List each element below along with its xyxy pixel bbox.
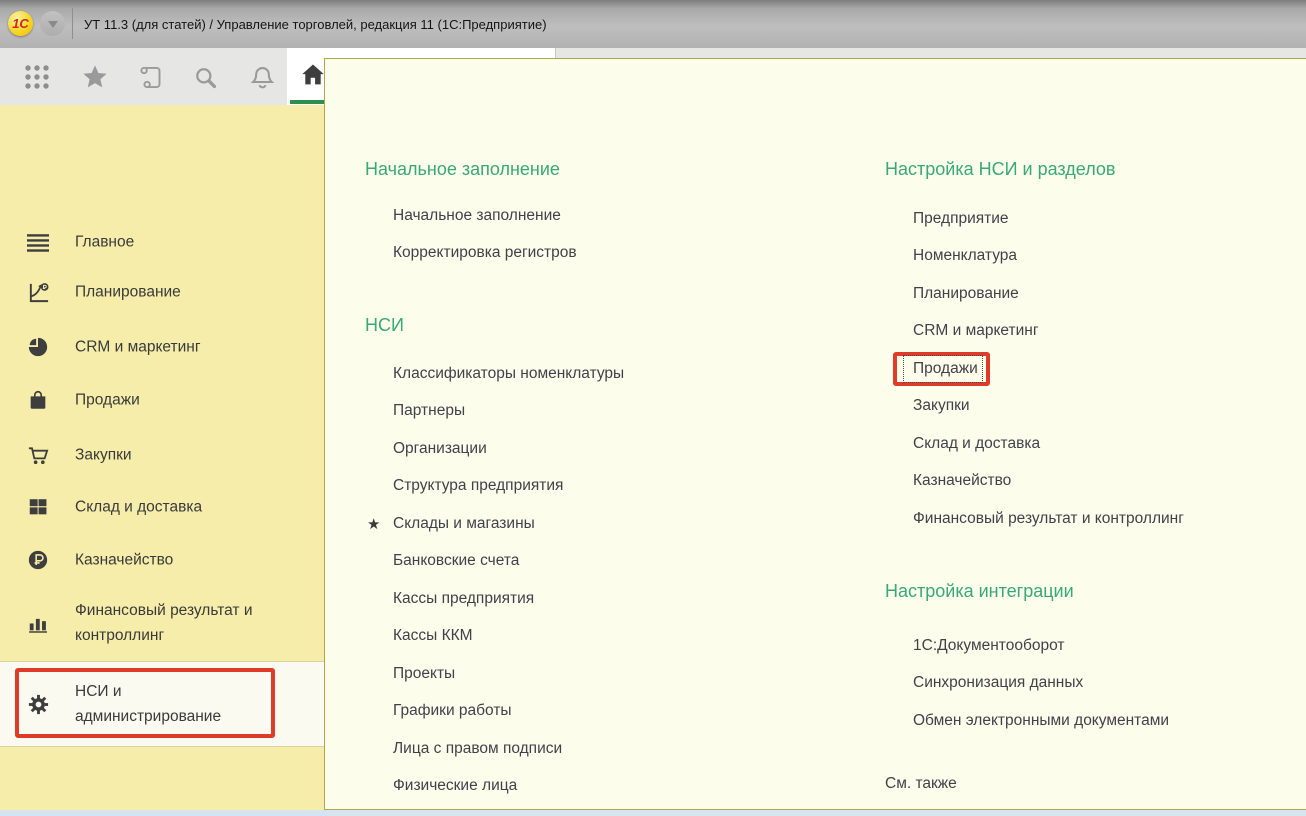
- section-items: Начальное заполнение Корректировка регис…: [365, 197, 577, 272]
- titlebar: 1С УТ 11.3 (для статей) / Управление тор…: [0, 0, 1306, 48]
- apps-menu-button[interactable]: [19, 60, 55, 94]
- menu-item-nomenklatura[interactable]: Номенклатура: [885, 238, 1184, 276]
- menu-lines-icon: [26, 230, 50, 254]
- menu-item-nachalnoe-zapolnenie[interactable]: Начальное заполнение: [365, 197, 577, 235]
- menu-item-crm-i-marketing[interactable]: CRM и маркетинг: [885, 313, 1184, 351]
- menu-column-2: Настройка НСИ и разделов Предприятие Ном…: [885, 59, 1305, 809]
- menu-item-predpriyatie[interactable]: Предприятие: [885, 200, 1184, 238]
- section-header-nsi-settings: Настройка НСИ и разделов: [885, 159, 1115, 180]
- menu-item-planirovanie[interactable]: Планирование: [885, 275, 1184, 313]
- menu-item-sklad-i-dostavka[interactable]: Склад и доставка: [885, 425, 1184, 463]
- menu-item-obmen-elektronnymi-dokumentami[interactable]: Обмен электронными документами: [885, 702, 1169, 740]
- favorites-star-icon: [81, 63, 109, 91]
- titlebar-divider: [72, 8, 73, 39]
- menu-item-kassy-kkm[interactable]: Кассы ККМ: [365, 618, 624, 656]
- menu-item-prodazhi[interactable]: Продажи: [885, 350, 1184, 388]
- history-button[interactable]: [132, 60, 168, 94]
- menu-item-fizicheskie-litsa[interactable]: Физические лица: [365, 768, 624, 806]
- sidebar-item-financial-result[interactable]: Финансовый результат и контроллинг: [0, 595, 324, 651]
- sidebar-item-warehouse-delivery[interactable]: Склад и доставка: [0, 489, 324, 525]
- favorites-button[interactable]: [77, 60, 113, 94]
- bar-chart-icon: [26, 611, 50, 635]
- planning-chart-icon: [26, 280, 50, 304]
- window-bottom-edge: [0, 810, 1306, 816]
- menu-item-korrektirovka-registrov[interactable]: Корректировка регистров: [365, 235, 577, 273]
- menu-item-kaznacheystvo[interactable]: Казначейство: [885, 463, 1184, 501]
- section-items: Классификаторы номенклатуры Партнеры Орг…: [365, 355, 624, 805]
- notifications-button[interactable]: [244, 60, 280, 94]
- menu-item-1c-dokumentooborot[interactable]: 1С:Документооборот: [885, 627, 1169, 665]
- search-button[interactable]: [187, 60, 223, 94]
- sidebar-item-sales[interactable]: Продажи: [0, 382, 324, 418]
- ruble-circle-icon: [26, 548, 50, 572]
- favorite-star-icon: ★: [367, 515, 380, 533]
- menu-item-organizatsii[interactable]: Организации: [365, 430, 624, 468]
- sidebar-item-main[interactable]: Главное: [0, 224, 324, 260]
- warehouse-boxes-icon: [26, 495, 50, 519]
- pie-chart-icon: [26, 335, 50, 359]
- shopping-cart-icon: [26, 443, 50, 467]
- menu-item-bankovskie-scheta[interactable]: Банковские счета: [365, 543, 624, 581]
- sections-sidebar: Главное Планирование CRM и маркетинг Про…: [0, 105, 325, 810]
- menu-item-litsa-s-pravom-podpisi[interactable]: Лица с правом подписи: [365, 730, 624, 768]
- home-icon: [299, 61, 327, 89]
- menu-item-struktura-predpriyatiya[interactable]: Структура предприятия: [365, 468, 624, 506]
- sidebar-item-crm-marketing[interactable]: CRM и маркетинг: [0, 329, 324, 365]
- section-header-integration: Настройка интеграции: [885, 581, 1074, 602]
- menu-item-grafiki-raboty[interactable]: Графики работы: [365, 693, 624, 731]
- section-menu-panel: Начальное заполнение Начальное заполнени…: [324, 58, 1306, 810]
- app-window: 1С УТ 11.3 (для статей) / Управление тор…: [0, 0, 1306, 816]
- menu-item-partnery[interactable]: Партнеры: [365, 393, 624, 431]
- menu-item-sinkhronizatsiya-dannykh[interactable]: Синхронизация данных: [885, 665, 1169, 703]
- shopping-bag-icon: [26, 388, 50, 412]
- search-icon: [192, 64, 219, 91]
- system-menu-button[interactable]: [40, 11, 65, 36]
- window-title: УТ 11.3 (для статей) / Управление торгов…: [84, 0, 547, 48]
- sidebar-item-planning[interactable]: Планирование: [0, 274, 324, 310]
- apps-grid-icon: [24, 64, 50, 90]
- menu-item-klassifikatory-nomenklatury[interactable]: Классификаторы номенклатуры: [365, 355, 624, 393]
- 1c-logo-icon: 1С: [8, 11, 33, 36]
- sidebar-item-purchases[interactable]: Закупки: [0, 437, 324, 473]
- section-items: 1С:Документооборот Синхронизация данных …: [885, 627, 1169, 740]
- see-also-label: См. также: [885, 775, 957, 793]
- section-items: Предприятие Номенклатура Планирование CR…: [885, 200, 1184, 538]
- menu-item-proekty[interactable]: Проекты: [365, 655, 624, 693]
- section-header-initial-fill: Начальное заполнение: [365, 159, 560, 180]
- menu-item-kassy-predpriyatiya[interactable]: Кассы предприятия: [365, 580, 624, 618]
- sidebar-item-nsi-administration[interactable]: НСИ и администрирование: [0, 661, 324, 747]
- gear-icon: [26, 692, 50, 716]
- section-header-nsi: НСИ: [365, 315, 404, 336]
- menu-item-zakupki[interactable]: Закупки: [885, 388, 1184, 426]
- notifications-bell-icon: [249, 64, 276, 91]
- sidebar-item-treasury[interactable]: Казначейство: [0, 542, 324, 578]
- menu-column-1: Начальное заполнение Начальное заполнени…: [365, 59, 795, 809]
- menu-item-sklady-i-magaziny[interactable]: ★Склады и магазины: [365, 505, 624, 543]
- history-scroll-icon: [137, 64, 164, 91]
- chevron-down-icon: [48, 21, 58, 28]
- menu-item-finansovyy-rezultat[interactable]: Финансовый результат и контроллинг: [885, 500, 1184, 538]
